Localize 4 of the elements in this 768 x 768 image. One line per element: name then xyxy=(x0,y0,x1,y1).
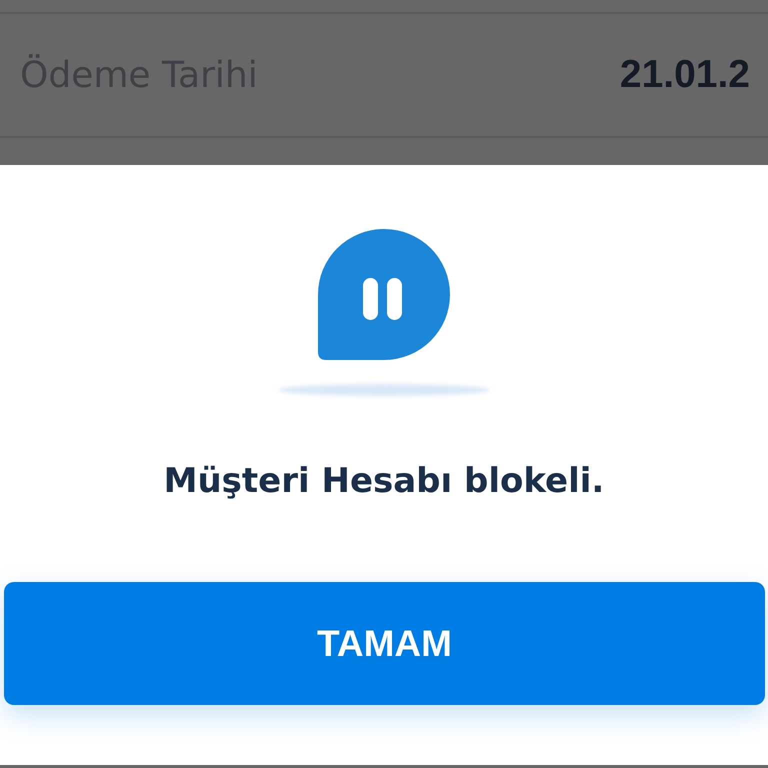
pause-bubble-icon xyxy=(318,229,450,360)
confirm-button[interactable]: TAMAM xyxy=(4,582,765,705)
row-value: 21.01.2 xyxy=(620,53,750,97)
dialog-message: Müşteri Hesabı blokeli. xyxy=(164,460,604,502)
